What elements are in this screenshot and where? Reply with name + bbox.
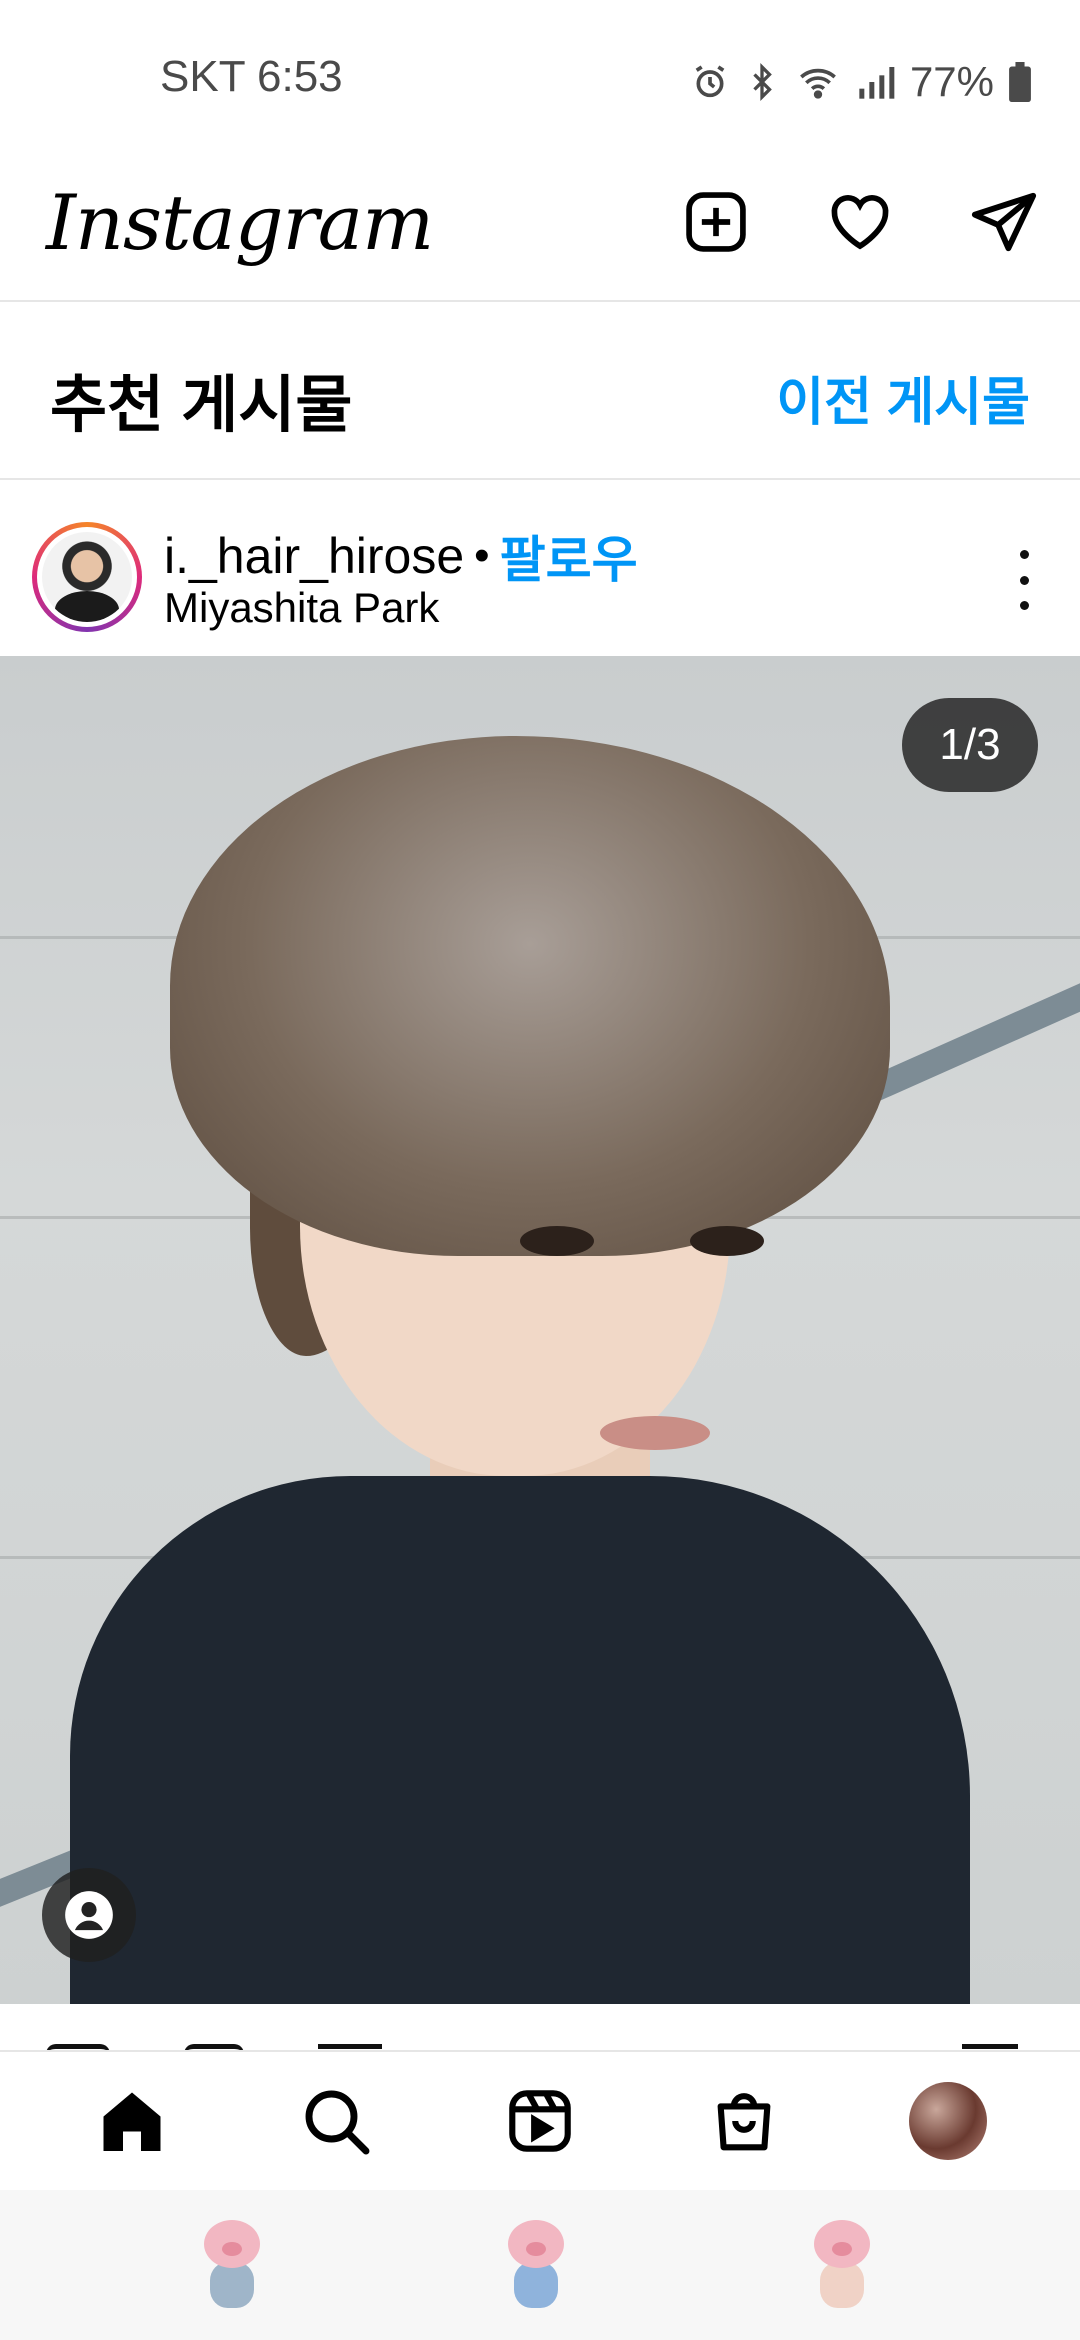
- home-button[interactable]: [496, 2220, 576, 2312]
- bluetooth-icon: [753, 63, 772, 101]
- carrier-time: SKT 6:53: [160, 52, 343, 101]
- status-icons: 77%: [690, 58, 1032, 106]
- post-username[interactable]: i._hair_hirose: [164, 527, 464, 585]
- nav-search[interactable]: [290, 2075, 382, 2167]
- suggested-posts-header: 추천 게시물 이전 게시물: [0, 302, 1080, 480]
- post-image[interactable]: 1/3: [0, 656, 1080, 2004]
- suggested-posts-title: 추천 게시물: [50, 371, 353, 440]
- direct-message-button[interactable]: [966, 184, 1042, 260]
- image-counter: 1/3: [902, 698, 1038, 792]
- search-icon: [305, 2090, 370, 2155]
- more-icon-dot: [1019, 550, 1029, 559]
- top-app-bar: Instagram: [0, 160, 1080, 302]
- more-options-button[interactable]: [1012, 550, 1036, 610]
- nav-home[interactable]: [86, 2075, 178, 2167]
- heart-icon: [831, 195, 889, 250]
- direct-message-icon: [971, 192, 1037, 252]
- post-header: i._hair_hirose • 팔로우 Miyashita Park: [0, 480, 1080, 656]
- nav-reels[interactable]: [494, 2075, 586, 2167]
- sweater-shape: [70, 1476, 970, 2004]
- signal-icon: [859, 67, 895, 99]
- person-icon: [65, 1891, 113, 1939]
- profile-avatar: [909, 2082, 987, 2160]
- post-actions-peek: [0, 2004, 1080, 2054]
- battery-icon: [1009, 62, 1031, 102]
- app-bar-actions: [678, 184, 1042, 260]
- follow-button[interactable]: 팔로우: [500, 520, 638, 592]
- post-username-row: i._hair_hirose • 팔로우: [164, 520, 638, 592]
- nav-shop[interactable]: [698, 2075, 790, 2167]
- new-post-icon: [686, 192, 746, 252]
- post-avatar[interactable]: [32, 522, 142, 632]
- activity-button[interactable]: [822, 184, 898, 260]
- system-navigation-bar: [0, 2190, 1080, 2340]
- alarm-icon: [695, 65, 725, 98]
- nav-profile[interactable]: [902, 2075, 994, 2167]
- tagged-people-button[interactable]: [42, 1868, 136, 1962]
- bottom-navigation: [0, 2050, 1080, 2190]
- previous-posts-link[interactable]: 이전 게시물: [776, 360, 1030, 435]
- avatar-image: [42, 532, 132, 622]
- post-location[interactable]: Miyashita Park: [164, 584, 439, 632]
- separator-dot: •: [474, 531, 490, 580]
- shop-icon: [717, 2093, 771, 2151]
- home-icon: [103, 2092, 161, 2151]
- hair-shape: [170, 736, 890, 1256]
- recent-apps-button[interactable]: [192, 2220, 272, 2312]
- instagram-logo[interactable]: Instagram: [46, 178, 434, 267]
- wifi-icon: [800, 68, 836, 99]
- new-post-button[interactable]: [678, 184, 754, 260]
- battery-percent: 77%: [909, 58, 994, 105]
- reels-icon: [509, 2090, 571, 2152]
- back-button[interactable]: [802, 2220, 882, 2312]
- status-bar: SKT 6:53 77%: [0, 0, 1080, 160]
